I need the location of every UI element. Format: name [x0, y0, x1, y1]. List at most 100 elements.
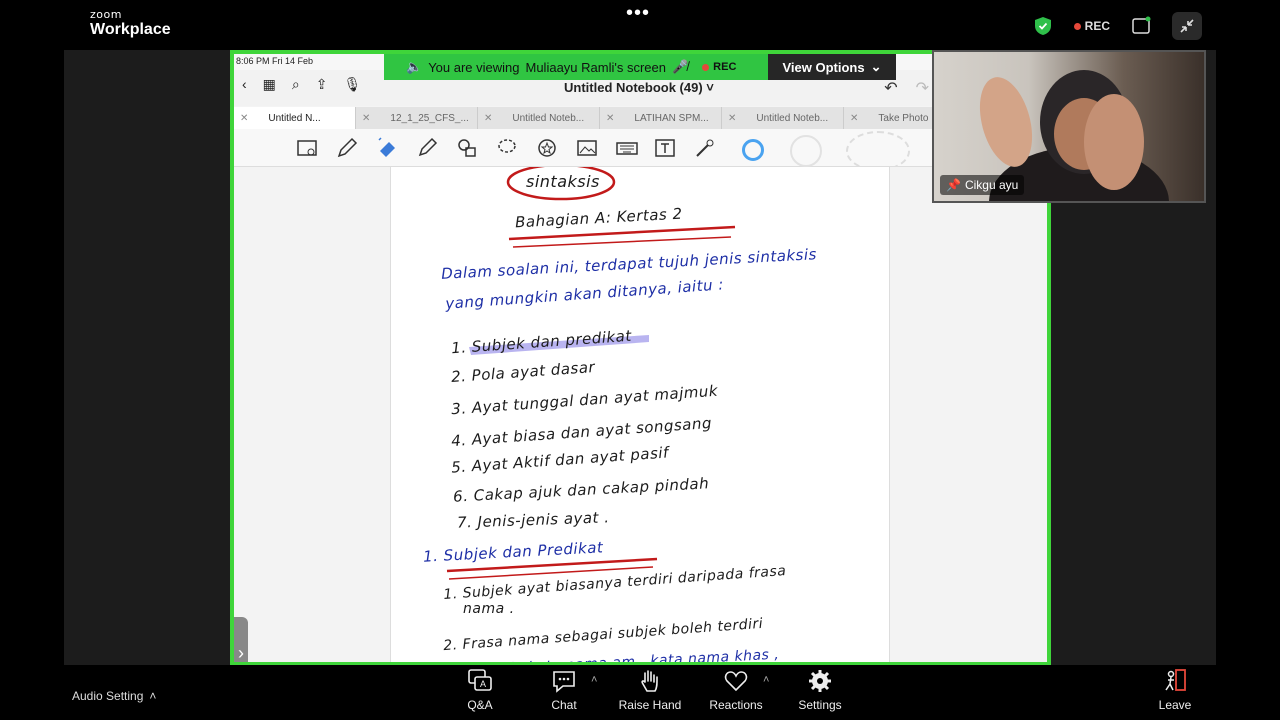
tab-latihan[interactable]: ✕ LATIHAN SPM...	[600, 107, 722, 129]
recording-dot-icon	[1073, 22, 1081, 30]
tab-notebook-2[interactable]: ✕ Untitled Noteb...	[478, 107, 600, 129]
participant-video[interactable]: 📌 Cikgu ayu	[932, 50, 1206, 203]
qa-label: Q&A	[467, 698, 493, 712]
tab-notebook-3[interactable]: ✕ Untitled Noteb...	[722, 107, 844, 129]
raise-hand-button[interactable]: Raise Hand	[610, 668, 690, 712]
pin-icon: 📌	[946, 178, 961, 192]
banner-name: Muliaayu Ramli's screen	[525, 59, 666, 75]
viewing-banner: 🔈 You are viewing Muliaayu Ramli's scree…	[384, 54, 768, 80]
photo-tool-icon[interactable]	[576, 137, 598, 159]
tab-label: Untitled N...	[268, 112, 321, 124]
reactions-options-caret-icon[interactable]: ˄	[763, 674, 769, 686]
color-swatch-blue[interactable]	[742, 139, 764, 161]
view-options-label: View Options	[782, 59, 865, 75]
tab-label: Untitled Noteb...	[756, 112, 829, 124]
heart-icon	[724, 671, 748, 692]
leave-label: Leave	[1158, 698, 1192, 712]
gear-icon	[809, 670, 831, 692]
pen-tool-icon[interactable]	[336, 137, 358, 159]
highlighter-tool-icon[interactable]	[416, 137, 438, 159]
qa-button[interactable]: A Q&A	[440, 668, 520, 712]
keyboard-tool-icon[interactable]	[616, 137, 638, 159]
raise-hand-label: Raise Hand	[618, 698, 682, 712]
participant-name-tag: 📌 Cikgu ayu	[940, 175, 1025, 195]
redo-icon[interactable]: ↷	[916, 78, 929, 98]
laser-pointer-icon[interactable]	[694, 137, 716, 159]
exit-fullscreen-icon[interactable]	[1172, 12, 1202, 40]
tab-cfs[interactable]: ✕ 12_1_25_CFS_...	[356, 107, 478, 129]
leave-button[interactable]: Leave	[1150, 668, 1200, 712]
status-time: 8:06 PM Fri 14 Feb	[236, 56, 314, 66]
tab-label: Untitled Noteb...	[512, 112, 585, 124]
speaker-icon: 🔈	[406, 59, 423, 74]
shield-icon[interactable]	[1030, 13, 1056, 39]
mic-icon[interactable]: 🎙	[343, 76, 361, 93]
more-options-icon[interactable]: •••	[626, 3, 650, 23]
settings-label: Settings	[798, 698, 842, 712]
settings-button[interactable]: Settings	[780, 668, 860, 712]
color-swatch-empty[interactable]	[790, 135, 822, 167]
shapes-tool-icon[interactable]	[456, 137, 478, 159]
notebook-page[interactable]: sintaksis Bahagian A: Kertas 2 Dalam soa…	[390, 167, 890, 662]
banner-rec-label: REC	[713, 61, 737, 73]
mic-muted-icon: 🎤̸	[671, 59, 689, 74]
notebook-title-text: Untitled Notebook (49)	[564, 80, 703, 95]
chevron-down-icon: ⌄	[870, 59, 882, 74]
reactions-label: Reactions	[709, 698, 763, 712]
leave-door-icon	[1165, 669, 1186, 691]
close-icon[interactable]: ✕	[850, 113, 858, 124]
audio-setting-button[interactable]: Audio Setting ˄	[72, 689, 156, 703]
notebook-title[interactable]: Untitled Notebook (49) ˅	[564, 80, 714, 95]
shared-screen[interactable]: 8:06 PM Fri 14 Feb ‹ ▦ ⌕ ⇪ 🎙 Untitled No…	[230, 50, 1051, 666]
zoom-logo: zoom Workplace	[90, 9, 171, 38]
gallery-view-icon[interactable]	[1128, 13, 1154, 39]
tab-label: 12_1_25_CFS_...	[390, 112, 469, 124]
brand-big: Workplace	[90, 21, 171, 38]
audio-setting-label: Audio Setting	[72, 689, 144, 703]
recording-badge[interactable]: REC	[1073, 19, 1110, 33]
search-icon[interactable]: ⌕	[292, 76, 300, 93]
share-icon[interactable]: ⇪	[316, 76, 328, 93]
image-tool-icon[interactable]	[296, 137, 318, 159]
notebook-tabs: ✕ Untitled N... ✕ 12_1_25_CFS_... ✕ Untitle…	[234, 107, 1047, 129]
note-title: sintaksis	[526, 172, 600, 191]
page-area: sintaksis Bahagian A: Kertas 2 Dalam soa…	[234, 167, 1047, 663]
qa-icon: A	[468, 669, 492, 691]
lasso-tool-icon[interactable]	[496, 137, 518, 159]
undo-icon[interactable]: ↶	[884, 78, 897, 98]
drawing-toolbar	[234, 129, 1047, 171]
chevron-up-icon: ˄	[149, 689, 157, 703]
notebook-nav-right: ↶ ↷	[884, 78, 929, 98]
text-tool-icon[interactable]	[654, 137, 676, 159]
banner-rec: REC	[702, 61, 736, 73]
chat-options-caret-icon[interactable]: ˄	[591, 674, 597, 686]
notebook-nav-left: ‹ ▦ ⌕ ⇪ 🎙	[242, 76, 361, 93]
banner-rec-dot-icon	[702, 63, 710, 71]
sidebar-expand-handle[interactable]: ›	[234, 617, 248, 663]
top-right-controls: REC	[1030, 12, 1202, 40]
svg-text:A: A	[480, 679, 486, 689]
close-icon[interactable]: ✕	[240, 113, 248, 124]
sticker-tool-icon[interactable]	[536, 137, 558, 159]
view-options-button[interactable]: View Options ⌄	[768, 54, 896, 80]
color-swatch-empty-2[interactable]	[846, 131, 910, 171]
close-icon[interactable]: ✕	[484, 113, 492, 124]
tab-notebook-1[interactable]: ✕ Untitled N...	[234, 107, 356, 129]
eraser-tool-icon[interactable]	[376, 137, 398, 159]
zoom-window: zoom Workplace ••• REC 8:06 PM Fri 14 Fe…	[0, 0, 1280, 720]
tab-label: LATIHAN SPM...	[634, 112, 709, 124]
chevron-right-icon: ›	[238, 642, 244, 663]
tab-label: Take Photo	[878, 112, 929, 124]
brand-small: zoom	[90, 8, 122, 21]
banner-prefix: You are viewing	[428, 59, 520, 75]
grid-icon[interactable]: ▦	[263, 76, 276, 93]
close-icon[interactable]: ✕	[606, 113, 614, 124]
chat-icon	[553, 671, 575, 693]
close-icon[interactable]: ✕	[728, 113, 736, 124]
raise-hand-icon	[641, 670, 658, 692]
close-icon[interactable]: ✕	[362, 113, 370, 124]
participant-name: Cikgu ayu	[964, 178, 1019, 192]
note-point-1b: nama .	[463, 601, 515, 617]
back-icon[interactable]: ‹	[242, 76, 247, 93]
recording-label: REC	[1084, 19, 1110, 33]
